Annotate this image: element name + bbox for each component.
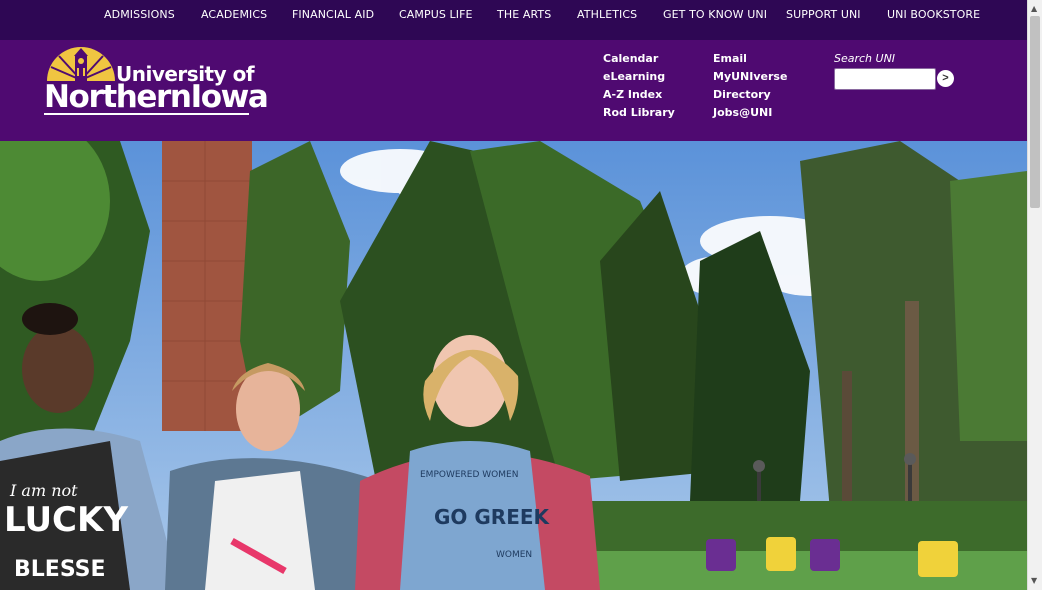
- campanile-logo-icon: [47, 47, 115, 82]
- top-navigation-bar: ADMISSIONS ACADEMICS FINANCIAL AID CAMPU…: [0, 0, 1027, 40]
- nav-financial-aid[interactable]: FINANCIAL AID: [292, 8, 374, 21]
- scroll-up-arrow-icon[interactable]: ▲: [1031, 4, 1037, 13]
- nav-academics[interactable]: ACADEMICS: [201, 8, 267, 21]
- nav-athletics[interactable]: ATHLETICS: [577, 8, 637, 21]
- site-header: University of NorthernIowa Calendar eLea…: [0, 40, 1027, 141]
- nav-the-arts[interactable]: THE ARTS: [497, 8, 551, 21]
- link-a-z-index[interactable]: A-Z Index: [603, 88, 662, 101]
- shirt-text-lucky: LUCKY: [4, 500, 128, 540]
- link-jobs-at-uni[interactable]: Jobs@UNI: [713, 106, 772, 119]
- shirt-text-empowered: EMPOWERED WOMEN: [420, 470, 518, 480]
- scroll-down-arrow-icon[interactable]: ▼: [1031, 576, 1037, 585]
- shirt-text-1: I am not: [9, 481, 78, 500]
- logo-wordmark-line2: NorthernIowa: [44, 79, 269, 115]
- link-calendar[interactable]: Calendar: [603, 52, 658, 65]
- nav-uni-bookstore[interactable]: UNI BOOKSTORE: [887, 8, 980, 21]
- link-directory[interactable]: Directory: [713, 88, 771, 101]
- uni-logo-link[interactable]: University of NorthernIowa: [44, 47, 269, 115]
- hero-image: I am not LUCKY BLESSE EMPOWERED WOMEN GO…: [0, 141, 1027, 590]
- link-email[interactable]: Email: [713, 52, 747, 65]
- shirt-text-women: WOMEN: [496, 550, 532, 560]
- shirt-text-go-greek: GO GREEK: [434, 505, 551, 529]
- search-label: Search UNI: [834, 52, 896, 65]
- link-myuniverse[interactable]: MyUNIverse: [713, 70, 787, 83]
- nav-campus-life[interactable]: CAMPUS LIFE: [399, 8, 473, 21]
- nav-support-uni[interactable]: SUPPORT UNI: [786, 8, 861, 21]
- logo-underline: [44, 113, 249, 115]
- vertical-scrollbar[interactable]: ▲ ▼: [1027, 0, 1042, 590]
- nav-get-to-know-uni[interactable]: GET TO KNOW UNI: [663, 8, 767, 21]
- shirt-text-blessed: BLESSE: [14, 557, 106, 582]
- search-input[interactable]: [834, 68, 936, 90]
- hero-photo-illustration: I am not LUCKY BLESSE EMPOWERED WOMEN GO…: [0, 141, 1027, 590]
- link-elearning[interactable]: eLearning: [603, 70, 665, 83]
- nav-admissions[interactable]: ADMISSIONS: [104, 8, 175, 21]
- scrollbar-thumb[interactable]: [1030, 16, 1040, 208]
- search-submit-button[interactable]: >: [937, 70, 954, 87]
- link-rod-library[interactable]: Rod Library: [603, 106, 675, 119]
